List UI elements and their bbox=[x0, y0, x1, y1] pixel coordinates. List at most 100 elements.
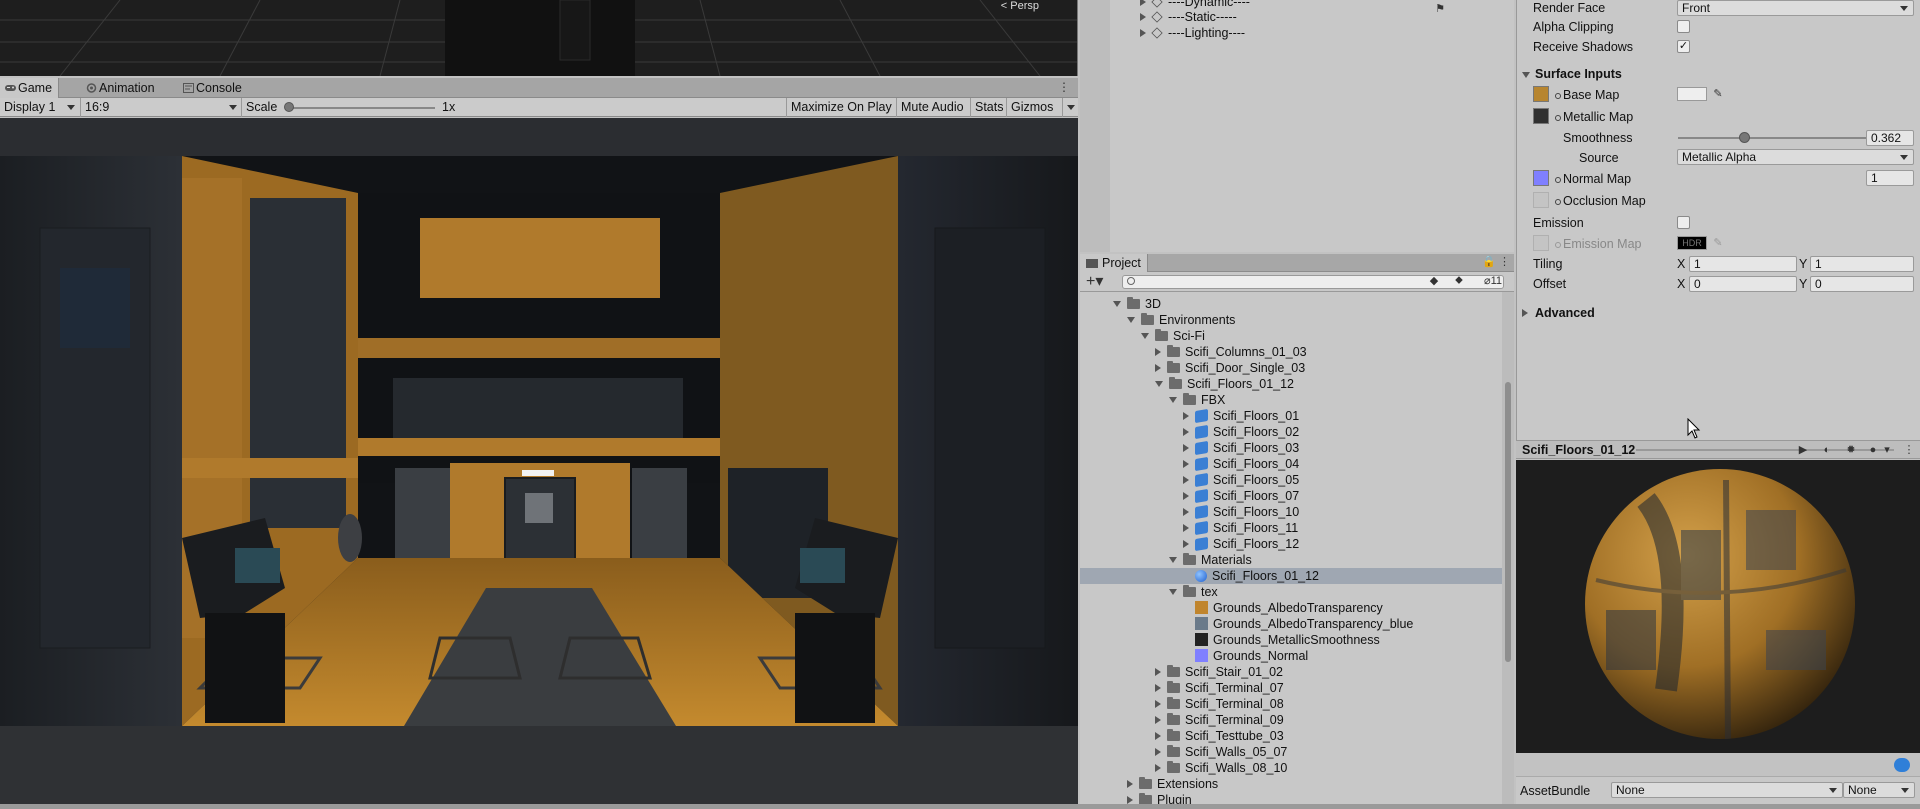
object-picker-icon[interactable] bbox=[1555, 115, 1561, 121]
project-asset-row[interactable]: Scifi_Floors_05 bbox=[1080, 472, 1502, 488]
offset-y-field[interactable]: 0 bbox=[1810, 276, 1914, 292]
expand-arrow-icon[interactable] bbox=[1127, 317, 1135, 323]
lock-and-menu-icon[interactable]: 🔒 ⋮ bbox=[1482, 255, 1510, 268]
expand-arrow-icon[interactable] bbox=[1141, 333, 1149, 339]
smoothness-value-field[interactable]: 0.362 bbox=[1866, 130, 1914, 146]
gizmos-dropdown[interactable] bbox=[1062, 98, 1078, 117]
expand-arrow-icon[interactable] bbox=[1155, 684, 1161, 692]
expand-arrow-icon[interactable] bbox=[1155, 764, 1161, 772]
project-folder-row[interactable]: Materials bbox=[1080, 552, 1502, 568]
project-asset-row[interactable]: Scifi_Floors_04 bbox=[1080, 456, 1502, 472]
offset-x-field[interactable]: 0 bbox=[1689, 276, 1797, 292]
display-dropdown[interactable]: Display 1 bbox=[0, 98, 80, 117]
expand-arrow-icon[interactable] bbox=[1169, 589, 1177, 595]
expand-arrow-icon[interactable] bbox=[1113, 301, 1121, 307]
foldout-arrow-icon[interactable] bbox=[1522, 72, 1530, 78]
project-folder-row[interactable]: tex bbox=[1080, 584, 1502, 600]
object-picker-icon[interactable] bbox=[1555, 93, 1561, 99]
project-asset-row[interactable]: Scifi_Floors_02 bbox=[1080, 424, 1502, 440]
expand-arrow-icon[interactable] bbox=[1155, 700, 1161, 708]
expand-arrow-icon[interactable] bbox=[1183, 412, 1189, 420]
smoothness-slider-handle[interactable] bbox=[1739, 132, 1750, 143]
foldout-arrow-icon[interactable] bbox=[1522, 309, 1528, 317]
expand-arrow-icon[interactable] bbox=[1169, 397, 1177, 403]
play-icon[interactable]: ▶ bbox=[1796, 443, 1810, 457]
expand-arrow-icon[interactable] bbox=[1155, 748, 1161, 756]
maximize-on-play-button[interactable]: Maximize On Play bbox=[786, 98, 896, 117]
receive-shadows-checkbox[interactable]: ✓ bbox=[1677, 40, 1690, 53]
game-view[interactable] bbox=[0, 118, 1078, 804]
object-picker-icon[interactable] bbox=[1555, 199, 1561, 205]
alpha-clipping-checkbox[interactable] bbox=[1677, 20, 1690, 33]
project-asset-row[interactable]: Scifi_Floors_01 bbox=[1080, 408, 1502, 424]
filter-by-type-icon[interactable]: ◆ bbox=[1426, 274, 1442, 289]
tiling-y-field[interactable]: 1 bbox=[1810, 256, 1914, 272]
expand-arrow-icon[interactable] bbox=[1140, 29, 1146, 37]
lighting-icon[interactable]: ✹ bbox=[1844, 443, 1858, 457]
scale-slider-handle[interactable] bbox=[284, 102, 294, 112]
project-asset-row[interactable]: Scifi_Floors_07 bbox=[1080, 488, 1502, 504]
assetbundle-variant-dropdown[interactable]: None bbox=[1843, 782, 1915, 798]
tab-console[interactable]: Console bbox=[178, 78, 248, 98]
project-asset-row[interactable]: Grounds_Normal bbox=[1080, 648, 1502, 664]
advanced-header[interactable]: Advanced bbox=[1535, 305, 1595, 321]
project-folder-row[interactable]: Scifi_Terminal_07 bbox=[1080, 680, 1502, 696]
mute-audio-button[interactable]: Mute Audio bbox=[896, 98, 970, 117]
filter-by-label-icon[interactable]: ⬥ bbox=[1451, 274, 1467, 289]
persp-label[interactable]: < Persp bbox=[1001, 0, 1039, 12]
aspect-dropdown[interactable]: 16:9 bbox=[80, 98, 241, 117]
project-folder-row[interactable]: Scifi_Testtube_03 bbox=[1080, 728, 1502, 744]
project-folder-row[interactable]: Environments bbox=[1080, 312, 1502, 328]
project-folder-row[interactable]: Scifi_Walls_08_10 bbox=[1080, 760, 1502, 776]
project-folder-row[interactable]: 3D bbox=[1080, 296, 1502, 312]
expand-arrow-icon[interactable] bbox=[1155, 716, 1161, 724]
expand-arrow-icon[interactable] bbox=[1183, 476, 1189, 484]
project-asset-row[interactable]: Scifi_Floors_10 bbox=[1080, 504, 1502, 520]
project-folder-row[interactable]: Sci-Fi bbox=[1080, 328, 1502, 344]
scale-slider-track[interactable] bbox=[287, 107, 435, 109]
material-preview[interactable] bbox=[1516, 460, 1920, 753]
expand-arrow-icon[interactable] bbox=[1169, 557, 1177, 563]
tab-game[interactable]: Game bbox=[0, 78, 60, 98]
project-folder-row[interactable]: Scifi_Terminal_09 bbox=[1080, 712, 1502, 728]
chevron-down-icon[interactable]: ▾ bbox=[1880, 443, 1894, 457]
project-asset-row[interactable]: Scifi_Floors_11 bbox=[1080, 520, 1502, 536]
hierarchy-item-lighting[interactable]: ----Lighting---- bbox=[1140, 25, 1245, 41]
project-folder-row[interactable]: Scifi_Columns_01_03 bbox=[1080, 344, 1502, 360]
project-folder-row[interactable]: Scifi_Door_Single_03 bbox=[1080, 360, 1502, 376]
tab-menu-icon[interactable]: ⋮ bbox=[1058, 80, 1070, 94]
source-dropdown[interactable]: Metallic Alpha bbox=[1677, 149, 1914, 165]
project-asset-row[interactable]: Scifi_Floors_03 bbox=[1080, 440, 1502, 456]
project-search-field[interactable] bbox=[1122, 275, 1504, 290]
project-folder-row[interactable]: Extensions bbox=[1080, 776, 1502, 792]
expand-arrow-icon[interactable] bbox=[1183, 508, 1189, 516]
expand-arrow-icon[interactable] bbox=[1183, 460, 1189, 468]
project-scrollbar[interactable] bbox=[1502, 292, 1514, 804]
project-folder-row[interactable]: Scifi_Terminal_08 bbox=[1080, 696, 1502, 712]
project-asset-row[interactable]: Scifi_Floors_12 bbox=[1080, 536, 1502, 552]
hidden-packages-icon[interactable]: ⌀11 bbox=[1475, 274, 1511, 289]
scene-view[interactable]: < Persp bbox=[0, 0, 1078, 76]
filter-type-icon[interactable]: ⚑ bbox=[1432, 2, 1448, 17]
object-picker-icon[interactable] bbox=[1555, 177, 1561, 183]
sphere-icon[interactable]: ● bbox=[1866, 443, 1880, 457]
eyedropper-icon[interactable]: ✎ bbox=[1712, 88, 1724, 100]
preview-shape-icon[interactable]: ◐ bbox=[1820, 443, 1834, 457]
occlusion-map-thumbnail[interactable] bbox=[1533, 192, 1549, 208]
project-asset-row[interactable]: Grounds_AlbedoTransparency bbox=[1080, 600, 1502, 616]
tiling-x-field[interactable]: 1 bbox=[1689, 256, 1797, 272]
project-asset-row[interactable]: Scifi_Floors_01_12 bbox=[1080, 568, 1502, 584]
search-input[interactable] bbox=[1123, 278, 1503, 290]
tab-project[interactable]: Project bbox=[1080, 254, 1148, 272]
normal-map-thumbnail[interactable] bbox=[1533, 170, 1549, 186]
preview-menu-icon[interactable]: ⋮ bbox=[1902, 443, 1916, 457]
expand-arrow-icon[interactable] bbox=[1155, 732, 1161, 740]
render-face-dropdown[interactable]: Front bbox=[1677, 0, 1914, 16]
project-folder-row[interactable]: Scifi_Floors_01_12 bbox=[1080, 376, 1502, 392]
expand-arrow-icon[interactable] bbox=[1127, 796, 1133, 804]
stats-button[interactable]: Stats bbox=[970, 98, 1006, 117]
expand-arrow-icon[interactable] bbox=[1183, 444, 1189, 452]
emission-checkbox[interactable] bbox=[1677, 216, 1690, 229]
expand-arrow-icon[interactable] bbox=[1183, 524, 1189, 532]
surface-inputs-header[interactable]: Surface Inputs bbox=[1535, 66, 1622, 82]
